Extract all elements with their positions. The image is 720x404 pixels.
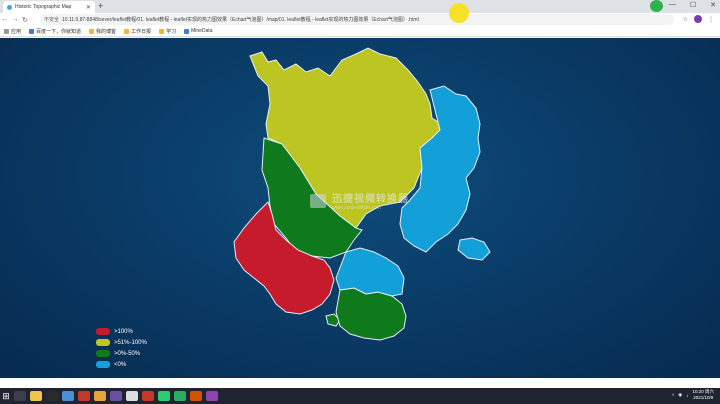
region-east-island[interactable] bbox=[457, 237, 491, 261]
app-icon[interactable] bbox=[142, 391, 154, 401]
chrome-icon[interactable] bbox=[94, 391, 106, 401]
bookmark-star-icon[interactable]: ☆ bbox=[683, 16, 688, 23]
maximize-button[interactable]: ☐ bbox=[690, 1, 696, 9]
bookmark-minedata[interactable]: MineData bbox=[184, 28, 212, 34]
terminal-icon[interactable] bbox=[46, 391, 58, 401]
favicon-icon bbox=[7, 4, 12, 10]
url-text: 10.11.0.87:8848/sever/leaflet教程/01. leaf… bbox=[62, 17, 419, 23]
reload-icon[interactable]: ↻ bbox=[20, 16, 30, 24]
region-south-blue[interactable] bbox=[335, 247, 405, 297]
folder-icon bbox=[124, 28, 130, 34]
tab-strip: Historic Topographic Map ✕ + — ☐ ✕ bbox=[0, 0, 720, 13]
back-icon[interactable]: ← bbox=[0, 16, 10, 23]
search-icon[interactable] bbox=[14, 391, 26, 401]
bookmark-label: 百度一下，你就知道 bbox=[36, 28, 82, 35]
globe-icon bbox=[184, 28, 190, 34]
minimize-button[interactable]: — bbox=[669, 1, 676, 9]
app-icon[interactable] bbox=[110, 391, 122, 401]
legend-label: >0%-50% bbox=[114, 350, 141, 357]
volume-icon[interactable]: ♪ bbox=[686, 393, 688, 398]
legend-item[interactable]: >51%-100% bbox=[96, 339, 147, 346]
bookmark-label: 应用 bbox=[11, 28, 22, 35]
bookmark-baidu[interactable]: 百度一下，你就知道 bbox=[29, 28, 81, 35]
watermark: 迅捷视频转换器 www.xunjieshipin.com bbox=[310, 190, 409, 211]
new-tab-button[interactable]: + bbox=[98, 1, 103, 12]
map-legend: >100% >51%-100% >0%-50% <0% bbox=[96, 328, 147, 368]
legend-item[interactable]: <0% bbox=[96, 361, 147, 368]
legend-swatch bbox=[96, 361, 110, 368]
bookmark-label: MineData bbox=[191, 28, 213, 34]
close-window-button[interactable]: ✕ bbox=[710, 1, 716, 9]
insecure-label: 不安全 bbox=[44, 17, 60, 23]
app-icon[interactable] bbox=[190, 391, 202, 401]
forward-icon[interactable]: → bbox=[10, 16, 20, 23]
app-icon[interactable] bbox=[62, 391, 74, 401]
legend-item[interactable]: >0%-50% bbox=[96, 350, 147, 357]
taskbar: ⊞ ^ ◉ ♪ 10:20 周六 2021/10/9 bbox=[0, 388, 720, 404]
tab-title: Historic Topographic Map bbox=[15, 4, 72, 10]
clock[interactable]: 10:20 周六 2021/10/9 bbox=[692, 389, 714, 401]
network-icon[interactable]: ◉ bbox=[678, 392, 682, 398]
profile-avatar[interactable] bbox=[694, 15, 702, 23]
baidu-icon bbox=[29, 28, 35, 34]
legend-swatch bbox=[96, 328, 110, 335]
watermark-title: 迅捷视频转换器 bbox=[332, 194, 409, 205]
legend-swatch bbox=[96, 350, 110, 357]
app-icon[interactable] bbox=[78, 391, 90, 401]
bookmarks-bar: 应用 百度一下，你就知道 我的博客 工作日报 学习 MineData bbox=[0, 26, 720, 37]
bookmark-blog[interactable]: 我的博客 bbox=[89, 28, 116, 35]
legend-swatch bbox=[96, 339, 110, 346]
legend-item[interactable]: >100% bbox=[96, 328, 147, 335]
extension-icon[interactable] bbox=[650, 0, 663, 12]
app-icon[interactable] bbox=[206, 391, 218, 401]
clock-date: 2021/10/9 bbox=[693, 395, 714, 400]
map-viewport[interactable]: 迅捷视频转换器 www.xunjieshipin.com >100% >51%-… bbox=[0, 38, 720, 378]
bookmark-apps[interactable]: 应用 bbox=[4, 28, 21, 35]
cursor-highlight bbox=[449, 3, 469, 23]
legend-label: <0% bbox=[114, 361, 127, 368]
bookmark-daily[interactable]: 工作日报 bbox=[124, 28, 151, 35]
legend-label: >51%-100% bbox=[114, 339, 147, 346]
app-icon[interactable] bbox=[126, 391, 138, 401]
menu-icon[interactable]: ⋮ bbox=[708, 16, 714, 23]
address-bar[interactable]: 不安全 10.11.0.87:8848/sever/leaflet教程/01. … bbox=[40, 14, 674, 25]
wechat-icon[interactable] bbox=[158, 391, 170, 401]
app-icon[interactable] bbox=[174, 391, 186, 401]
apps-icon bbox=[4, 28, 9, 34]
system-tray: ^ ◉ ♪ 10:20 周六 2021/10/9 bbox=[672, 389, 714, 401]
browser-toolbar: ← → ↻ 不安全 10.11.0.87:8848/sever/leaflet教… bbox=[0, 13, 720, 26]
toolbar-actions: ☆ ⋮ bbox=[683, 15, 714, 23]
legend-label: >100% bbox=[114, 328, 133, 335]
page-bottom-strip bbox=[0, 378, 720, 388]
bookmark-label: 工作日报 bbox=[131, 28, 152, 35]
folder-icon bbox=[89, 28, 95, 34]
watermark-url: www.xunjieshipin.com bbox=[332, 205, 381, 211]
folder-icon bbox=[159, 28, 165, 34]
tray-up-icon[interactable]: ^ bbox=[672, 393, 674, 398]
bookmark-study[interactable]: 学习 bbox=[159, 28, 176, 35]
file-explorer-icon[interactable] bbox=[30, 391, 42, 401]
tab-close-icon[interactable]: ✕ bbox=[86, 4, 91, 11]
browser-tab[interactable]: Historic Topographic Map ✕ bbox=[3, 1, 95, 13]
start-icon[interactable]: ⊞ bbox=[0, 388, 12, 404]
video-converter-icon bbox=[310, 193, 326, 208]
window-controls: — ☐ ✕ bbox=[669, 1, 716, 9]
bookmark-label: 我的博客 bbox=[96, 28, 117, 35]
bookmark-label: 学习 bbox=[166, 28, 177, 35]
